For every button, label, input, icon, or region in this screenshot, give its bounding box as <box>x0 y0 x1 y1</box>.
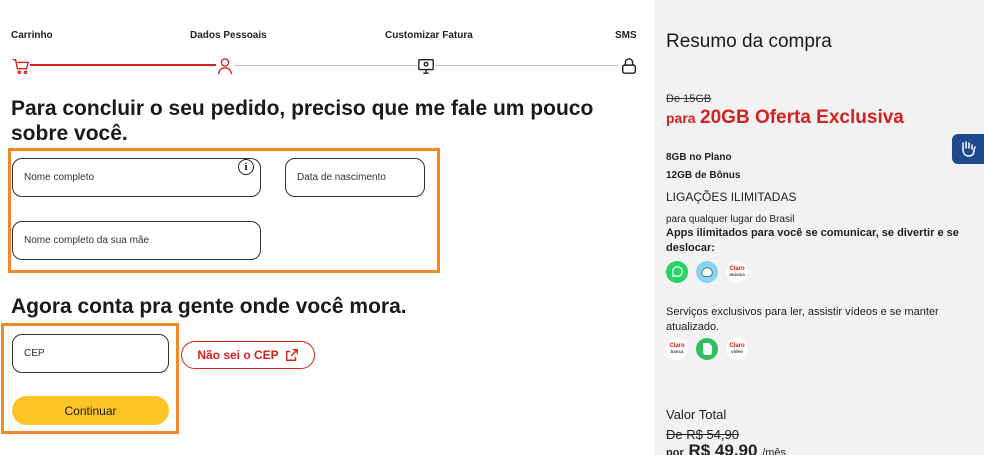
external-link-icon <box>285 349 298 361</box>
step-label-customize-invoice: Customizar Fatura <box>385 30 473 41</box>
claro-video-icon: Claro vídeo <box>726 338 748 360</box>
whatsapp-icon <box>666 261 688 283</box>
summary-title: Resumo da compra <box>666 31 832 52</box>
address-heading: Agora conta pra gente onde você mora. <box>11 295 407 318</box>
new-price: R$ 49,90 <box>688 441 758 455</box>
new-price-suffix: /mês <box>762 447 787 455</box>
calls-description: para qualquer lugar do Brasil <box>666 214 795 225</box>
unknown-cep-button[interactable]: Não sei o CEP <box>181 341 315 369</box>
offer-line: para 20GB Oferta Exclusiva <box>666 107 904 129</box>
claro-banca-icon: Claro banca <box>666 338 688 360</box>
lock-icon <box>620 57 638 75</box>
continue-button[interactable]: Continuar <box>12 396 169 425</box>
mother-name-field[interactable] <box>12 221 261 260</box>
personal-data-heading: Para concluir o seu pedido, preciso que … <box>11 97 594 145</box>
waze-icon <box>696 261 718 283</box>
bonus-gb: 12GB de Bônus <box>666 170 741 181</box>
user-icon <box>216 57 234 75</box>
new-price-line: por R$ 49,90 /mês <box>666 441 786 455</box>
sign-language-button[interactable] <box>952 134 984 164</box>
info-icon[interactable]: i <box>238 159 254 175</box>
services-description: Serviços exclusivos para ler, assistir v… <box>666 306 939 333</box>
plan-gb: 8GB no Plano <box>666 152 732 163</box>
birth-date-field[interactable] <box>285 158 425 197</box>
mother-name-input[interactable] <box>13 222 260 259</box>
full-name-field[interactable]: i <box>12 158 261 197</box>
claro-musica-icon: Claro música <box>726 261 748 283</box>
total-label: Valor Total <box>666 407 727 422</box>
cart-icon <box>12 57 30 75</box>
cep-input[interactable] <box>13 335 168 372</box>
stepper-progress <box>24 64 218 66</box>
offer-prefix: para <box>666 110 696 126</box>
birth-date-input[interactable] <box>286 159 424 196</box>
cep-field[interactable] <box>12 334 169 373</box>
monitor-icon <box>417 57 435 75</box>
old-price: De R$ 54,90 <box>666 427 739 442</box>
purchase-summary-panel: Resumo da compra De 15GB para 20GB Ofert… <box>654 0 984 455</box>
old-plan-value: De 15GB <box>666 93 712 105</box>
step-label-personal-data: Dados Pessoais <box>190 30 267 41</box>
apps-description: Apps ilimitados para você se comunicar, … <box>666 227 959 254</box>
evernote-icon <box>696 338 718 360</box>
step-label-sms: SMS <box>615 30 637 41</box>
step-label-cart: Carrinho <box>11 30 53 41</box>
sign-language-icon <box>962 141 976 157</box>
unknown-cep-label: Não sei o CEP <box>197 348 279 362</box>
new-price-prefix: por <box>666 447 684 455</box>
offer-main: 20GB Oferta Exclusiva <box>700 107 904 128</box>
full-name-input[interactable] <box>13 159 260 196</box>
calls-title: LIGAÇÕES ILIMITADAS <box>666 190 797 204</box>
